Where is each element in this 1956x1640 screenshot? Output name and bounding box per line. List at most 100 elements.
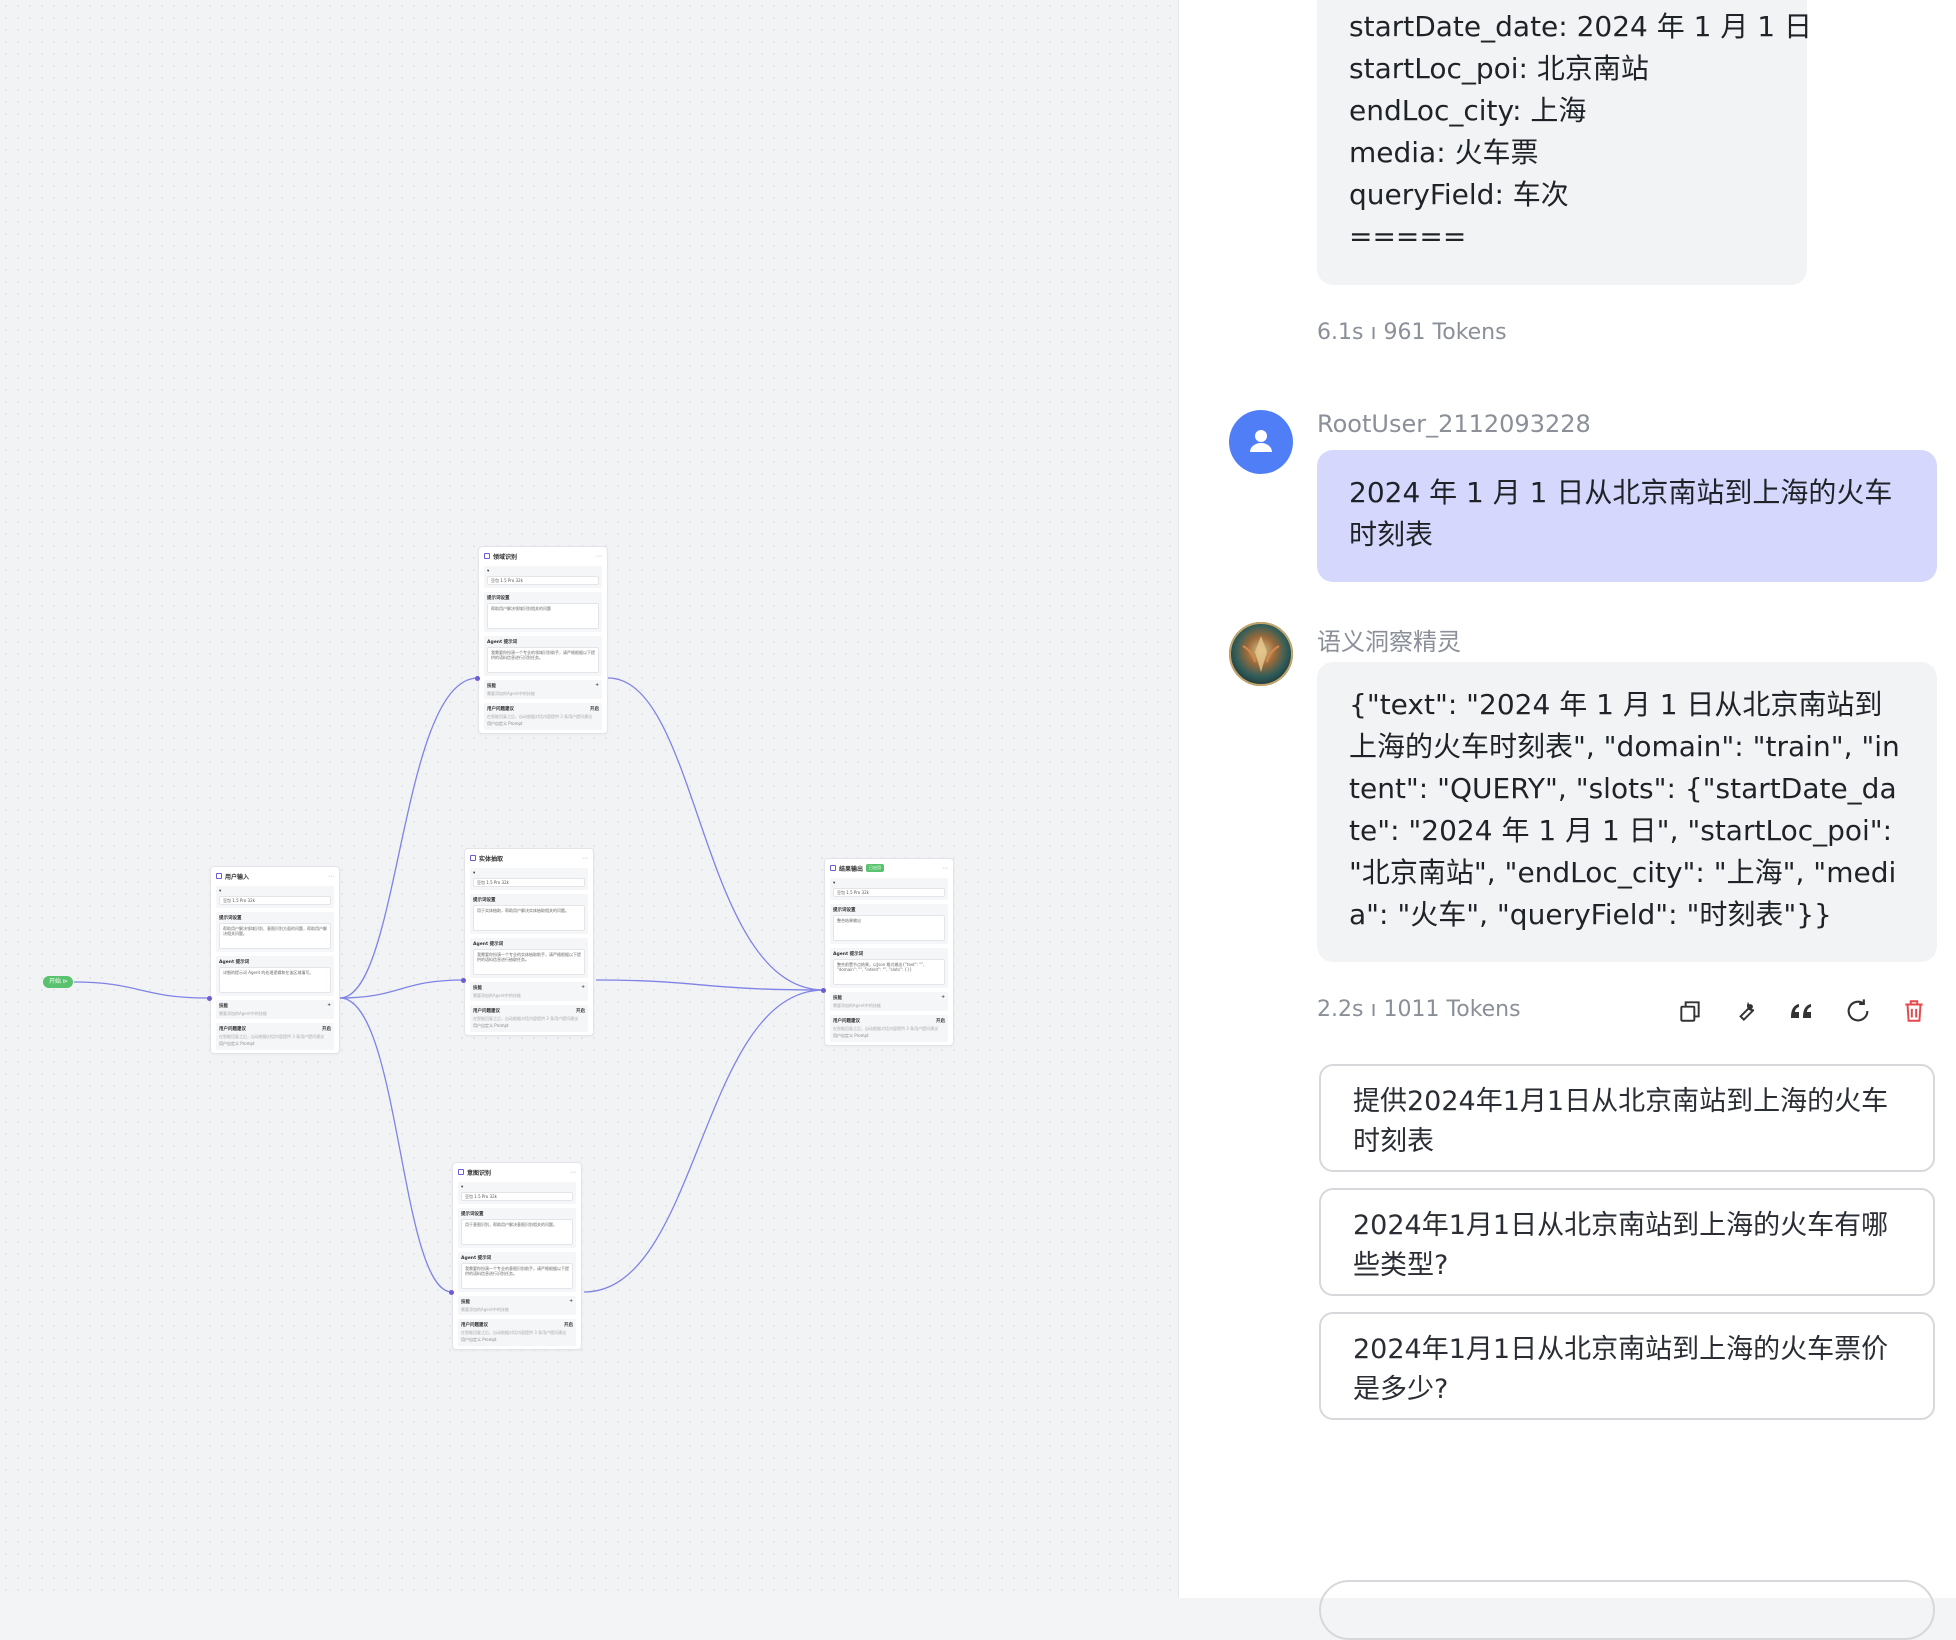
model-section-label: ▾ — [487, 569, 490, 574]
skills-section-label: 技能 — [473, 986, 482, 991]
user-name: RootUser_2112093228 — [1317, 410, 1591, 438]
suggest-section-label: 用户问题建议 — [219, 1027, 246, 1032]
add-skill-icon[interactable]: + — [327, 1003, 331, 1009]
suggested-question[interactable]: 提供2024年1月1日从北京南站到上海的火车时刻表 — [1319, 1064, 1935, 1172]
suggest-state[interactable]: 开启 — [590, 706, 599, 712]
skills-hint: 需要添加的Agent中的技能 — [833, 1003, 881, 1008]
prompt-textarea[interactable]: 用于意图识别，帮助用户解决意图识别相关的问题。 — [461, 1219, 573, 1245]
prompt-textarea[interactable]: 帮助用户解决领域识别、意图识别方面的问题，帮助用户解决相关问题。 — [219, 923, 331, 949]
workflow-edges — [73, 677, 825, 1293]
bot-avatar[interactable] — [1229, 622, 1293, 686]
custom-prompt-checkbox[interactable]: 用户自定义 Prompt — [219, 1041, 331, 1047]
suggest-section-label: 用户问题建议 — [461, 1323, 488, 1328]
suggest-description: 在智能回复之后，自动根据对话内容提供 3 条用户提问建议 — [487, 714, 593, 719]
skills-section-label: 技能 — [833, 996, 842, 1001]
model-select[interactable]: 豆包 1.5 Pro 32k — [219, 896, 331, 905]
edge-user-domain — [339, 677, 479, 999]
custom-prompt-checkbox[interactable]: 用户自定义 Prompt — [487, 721, 599, 727]
more-icon[interactable]: ⋯ — [942, 865, 948, 872]
wrench-icon[interactable] — [1731, 996, 1761, 1026]
workflow-node-slot[interactable]: 实体抽取 ⋯ ▾ 豆包 1.5 Pro 32k 提示词设置 用于实体抽取，帮助用户解决实体… — [464, 848, 594, 1036]
edge-start-user — [73, 981, 209, 999]
agent-section-label: Agent 提示词 — [473, 942, 504, 947]
quote-icon[interactable] — [1787, 996, 1817, 1026]
more-icon[interactable]: ⋯ — [570, 1169, 576, 1176]
prompt-section-label: 提示词设置 — [487, 596, 510, 601]
chat-input[interactable] — [1319, 1580, 1935, 1640]
agent-section-label: Agent 提示词 — [219, 960, 250, 965]
workflow-node-user[interactable]: 用户输入 ⋯ ▾ 豆包 1.5 Pro 32k 提示词设置 帮助用户解决领域识别、意图识别… — [210, 866, 340, 1054]
node-title: 意图识别 — [467, 1169, 492, 1177]
message-line: endLoc_city: 上海 — [1349, 94, 1587, 127]
workflow-node-domain[interactable]: 领域识别 ⋯ ▾ 豆包 1.5 Pro 32k 提示词设置帮助用户解决领域识别相关的问题… — [478, 546, 608, 734]
add-skill-icon[interactable]: + — [581, 985, 585, 991]
skills-hint: 需要添加的Agent中的技能 — [219, 1011, 267, 1016]
input-handle[interactable] — [207, 996, 212, 1001]
more-icon[interactable]: ⋯ — [596, 553, 602, 560]
more-icon[interactable]: ⋯ — [328, 873, 334, 880]
add-skill-icon[interactable]: + — [941, 995, 945, 1001]
model-select[interactable]: 豆包 1.5 Pro 32k — [473, 878, 585, 887]
suggest-description: 在智能回复之后，自动根据对话内容提供 3 条用户提问建议 — [833, 1026, 939, 1031]
person-icon — [1250, 430, 1272, 452]
skills-section-label: 技能 — [461, 1300, 470, 1305]
model-section-label: ▾ — [461, 1185, 464, 1190]
custom-prompt-checkbox[interactable]: 用户自定义 Prompt — [833, 1033, 945, 1039]
suggest-description: 在智能回复之后，自动根据对话内容提供 3 条用户提问建议 — [473, 1016, 579, 1021]
node-title: 实体抽取 — [479, 855, 504, 863]
edge-domain-output — [607, 677, 825, 991]
message-line: queryField: 车次 — [1349, 178, 1569, 211]
node-type-icon — [216, 873, 222, 879]
suggest-section-label: 用户问题建议 — [473, 1009, 500, 1014]
node-title: 领域识别 — [493, 553, 518, 561]
agent-prompt-textarea[interactable]: 我需要你扮演一个专业的实体抽取助手，请严格根据以下提供的语料信息进行抽取任务。 — [473, 949, 585, 975]
workflow-node-intent[interactable]: 意图识别 ⋯ ▾ 豆包 1.5 Pro 32k 提示词设置用于意图识别，帮助用户解决意图… — [452, 1162, 582, 1350]
delete-icon[interactable] — [1899, 996, 1929, 1026]
user-avatar[interactable] — [1229, 410, 1293, 474]
agent-prompt-textarea[interactable]: 我需要你扮演一个专业的领域识别助手，请严格根据以下提供的语料信息进行识别任务。 — [487, 647, 599, 673]
prompt-textarea[interactable]: 整合结果输出 — [833, 915, 945, 941]
prompt-section-label: 提示词设置 — [219, 916, 242, 921]
regenerate-icon[interactable] — [1843, 996, 1873, 1026]
more-icon[interactable]: ⋯ — [582, 855, 588, 862]
suggest-state[interactable]: 开启 — [936, 1018, 945, 1024]
skills-hint: 需要添加的Agent中的技能 — [461, 1307, 509, 1312]
agent-prompt-textarea[interactable]: 整合前置节点结果，以Json 格式输出{"text": "", "domain"… — [833, 959, 945, 985]
agent-section-label: Agent 提示词 — [461, 1256, 492, 1261]
prompt-section-label: 提示词设置 — [461, 1212, 484, 1217]
suggested-question[interactable]: 2024年1月1日从北京南站到上海的火车有哪些类型? — [1319, 1188, 1935, 1296]
agent-prompt-textarea[interactable]: 详细的提示词 Agent 的处理逻辑和在该区域填写。 — [219, 967, 331, 993]
model-select[interactable]: 豆包 1.5 Pro 32k — [487, 576, 599, 585]
model-select[interactable]: 豆包 1.5 Pro 32k — [461, 1192, 573, 1201]
model-select[interactable]: 豆包 1.5 Pro 32k — [833, 888, 945, 897]
input-handle[interactable] — [449, 1290, 454, 1295]
node-type-icon — [470, 855, 476, 861]
workflow-canvas[interactable]: 开始 ⊳ 用户输入 ⋯ ▾ 豆包 1.5 Pro 32k 提示词设置 帮助用户解决领域识别… — [0, 0, 1178, 1598]
bot-message-meta: 2.2s ı 1011 Tokens — [1317, 997, 1521, 1022]
node-type-icon — [830, 865, 836, 871]
suggested-question[interactable]: 2024年1月1日从北京南站到上海的火车票价是多少? — [1319, 1312, 1935, 1420]
custom-prompt-checkbox[interactable]: 用户自定义 Prompt — [461, 1337, 573, 1343]
message-line: media: 火车票 — [1349, 136, 1539, 169]
message-line: startLoc_poi: 北京南站 — [1349, 52, 1649, 85]
copy-icon[interactable] — [1675, 996, 1705, 1026]
model-section-label: ▾ — [833, 881, 836, 886]
custom-prompt-checkbox[interactable]: 用户自定义 Prompt — [473, 1023, 585, 1029]
suggest-state[interactable]: 开启 — [576, 1008, 585, 1014]
input-handle[interactable] — [821, 988, 826, 993]
input-handle[interactable] — [475, 676, 480, 681]
prompt-section-label: 提示词设置 — [473, 898, 496, 903]
workflow-node-output[interactable]: 结果输出 已启用 ⋯ ▾ 豆包 1.5 Pro 32k 提示词设置 整合结果输出 Agent … — [824, 858, 954, 1046]
skills-section-label: 技能 — [219, 1004, 228, 1009]
agent-section-label: Agent 提示词 — [833, 952, 864, 957]
previous-message-meta: 6.1s ı 961 Tokens — [1317, 320, 1507, 345]
prompt-textarea[interactable]: 用于实体抽取，帮助用户解决实体抽取相关的问题。 — [473, 905, 585, 931]
input-handle[interactable] — [461, 978, 466, 983]
suggest-state[interactable]: 开启 — [322, 1026, 331, 1032]
suggest-state[interactable]: 开启 — [564, 1322, 573, 1328]
agent-prompt-textarea[interactable]: 我需要你扮演一个专业的意图识别助手，请严格根据以下提供的语料信息进行识别任务。 — [461, 1263, 573, 1289]
prompt-textarea[interactable]: 帮助用户解决领域识别相关的问题 — [487, 603, 599, 629]
start-node[interactable]: 开始 ⊳ — [43, 976, 73, 988]
add-skill-icon[interactable]: + — [595, 683, 599, 689]
add-skill-icon[interactable]: + — [569, 1299, 573, 1305]
